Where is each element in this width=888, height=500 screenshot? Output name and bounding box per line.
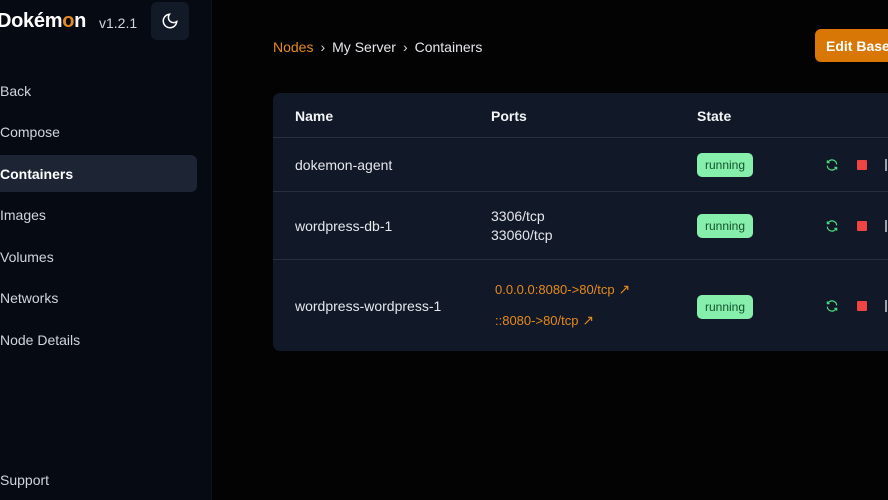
breadcrumb-containers: Containers [414, 39, 483, 55]
stop-icon[interactable] [857, 301, 867, 311]
container-name: wordpress-wordpress-1 [295, 298, 442, 314]
external-link-icon: ↗ [618, 281, 631, 297]
restart-icon[interactable] [825, 219, 839, 233]
sidebar-item-images[interactable]: Images [0, 197, 197, 234]
header-state: State [697, 108, 732, 124]
port-link[interactable]: 0.0.0.0:8080->80/tcp [495, 282, 615, 297]
breadcrumb-nodes[interactable]: Nodes [273, 39, 313, 55]
status-badge: running [697, 214, 754, 238]
support-link[interactable]: Support [0, 472, 49, 488]
stop-icon[interactable] [857, 160, 867, 170]
sidebar: Dokémon v1.2.1 Back Compose Containers I… [0, 0, 212, 500]
restart-icon[interactable] [825, 158, 839, 172]
logo: Dokémon [0, 10, 87, 32]
sidebar-item-volumes[interactable]: Volumes [0, 238, 197, 275]
header-name: Name [295, 108, 334, 124]
container-name: wordpress-db-1 [295, 218, 393, 234]
container-name: dokemon-agent [295, 157, 393, 173]
port-link[interactable]: ::8080->80/tcp [495, 313, 578, 328]
breadcrumb-server[interactable]: My Server [332, 39, 396, 55]
external-link-icon: ↗ [582, 312, 595, 328]
sidebar-item-compose[interactable]: Compose [0, 114, 197, 151]
theme-toggle-button[interactable] [151, 2, 189, 40]
port: 3306/tcp [491, 208, 545, 224]
table-row: wordpress-wordpress-1 0.0.0.0:8080->80/t… [273, 260, 888, 351]
table-row: dokemon-agent running [273, 138, 888, 192]
port: 33060/tcp [491, 227, 553, 243]
sidebar-item-node-details[interactable]: Node Details [0, 321, 197, 358]
breadcrumb: Nodes › My Server › Containers [273, 39, 483, 55]
containers-table: Name Ports State dokemon-agent running w… [273, 93, 888, 351]
moon-icon [162, 13, 178, 29]
stop-icon[interactable] [857, 221, 867, 231]
restart-icon[interactable] [825, 299, 839, 313]
sidebar-item-containers[interactable]: Containers [0, 155, 197, 192]
sidebar-item-networks[interactable]: Networks [0, 280, 197, 317]
status-badge: running [697, 295, 754, 319]
version: v1.2.1 [99, 15, 138, 31]
header-ports: Ports [491, 108, 527, 124]
edit-base-url-button[interactable]: Edit Base U [815, 29, 888, 62]
status-badge: running [697, 153, 754, 177]
sidebar-item-back[interactable]: Back [0, 72, 197, 109]
table-row: wordpress-db-1 3306/tcp 33060/tcp runnin… [273, 192, 888, 260]
